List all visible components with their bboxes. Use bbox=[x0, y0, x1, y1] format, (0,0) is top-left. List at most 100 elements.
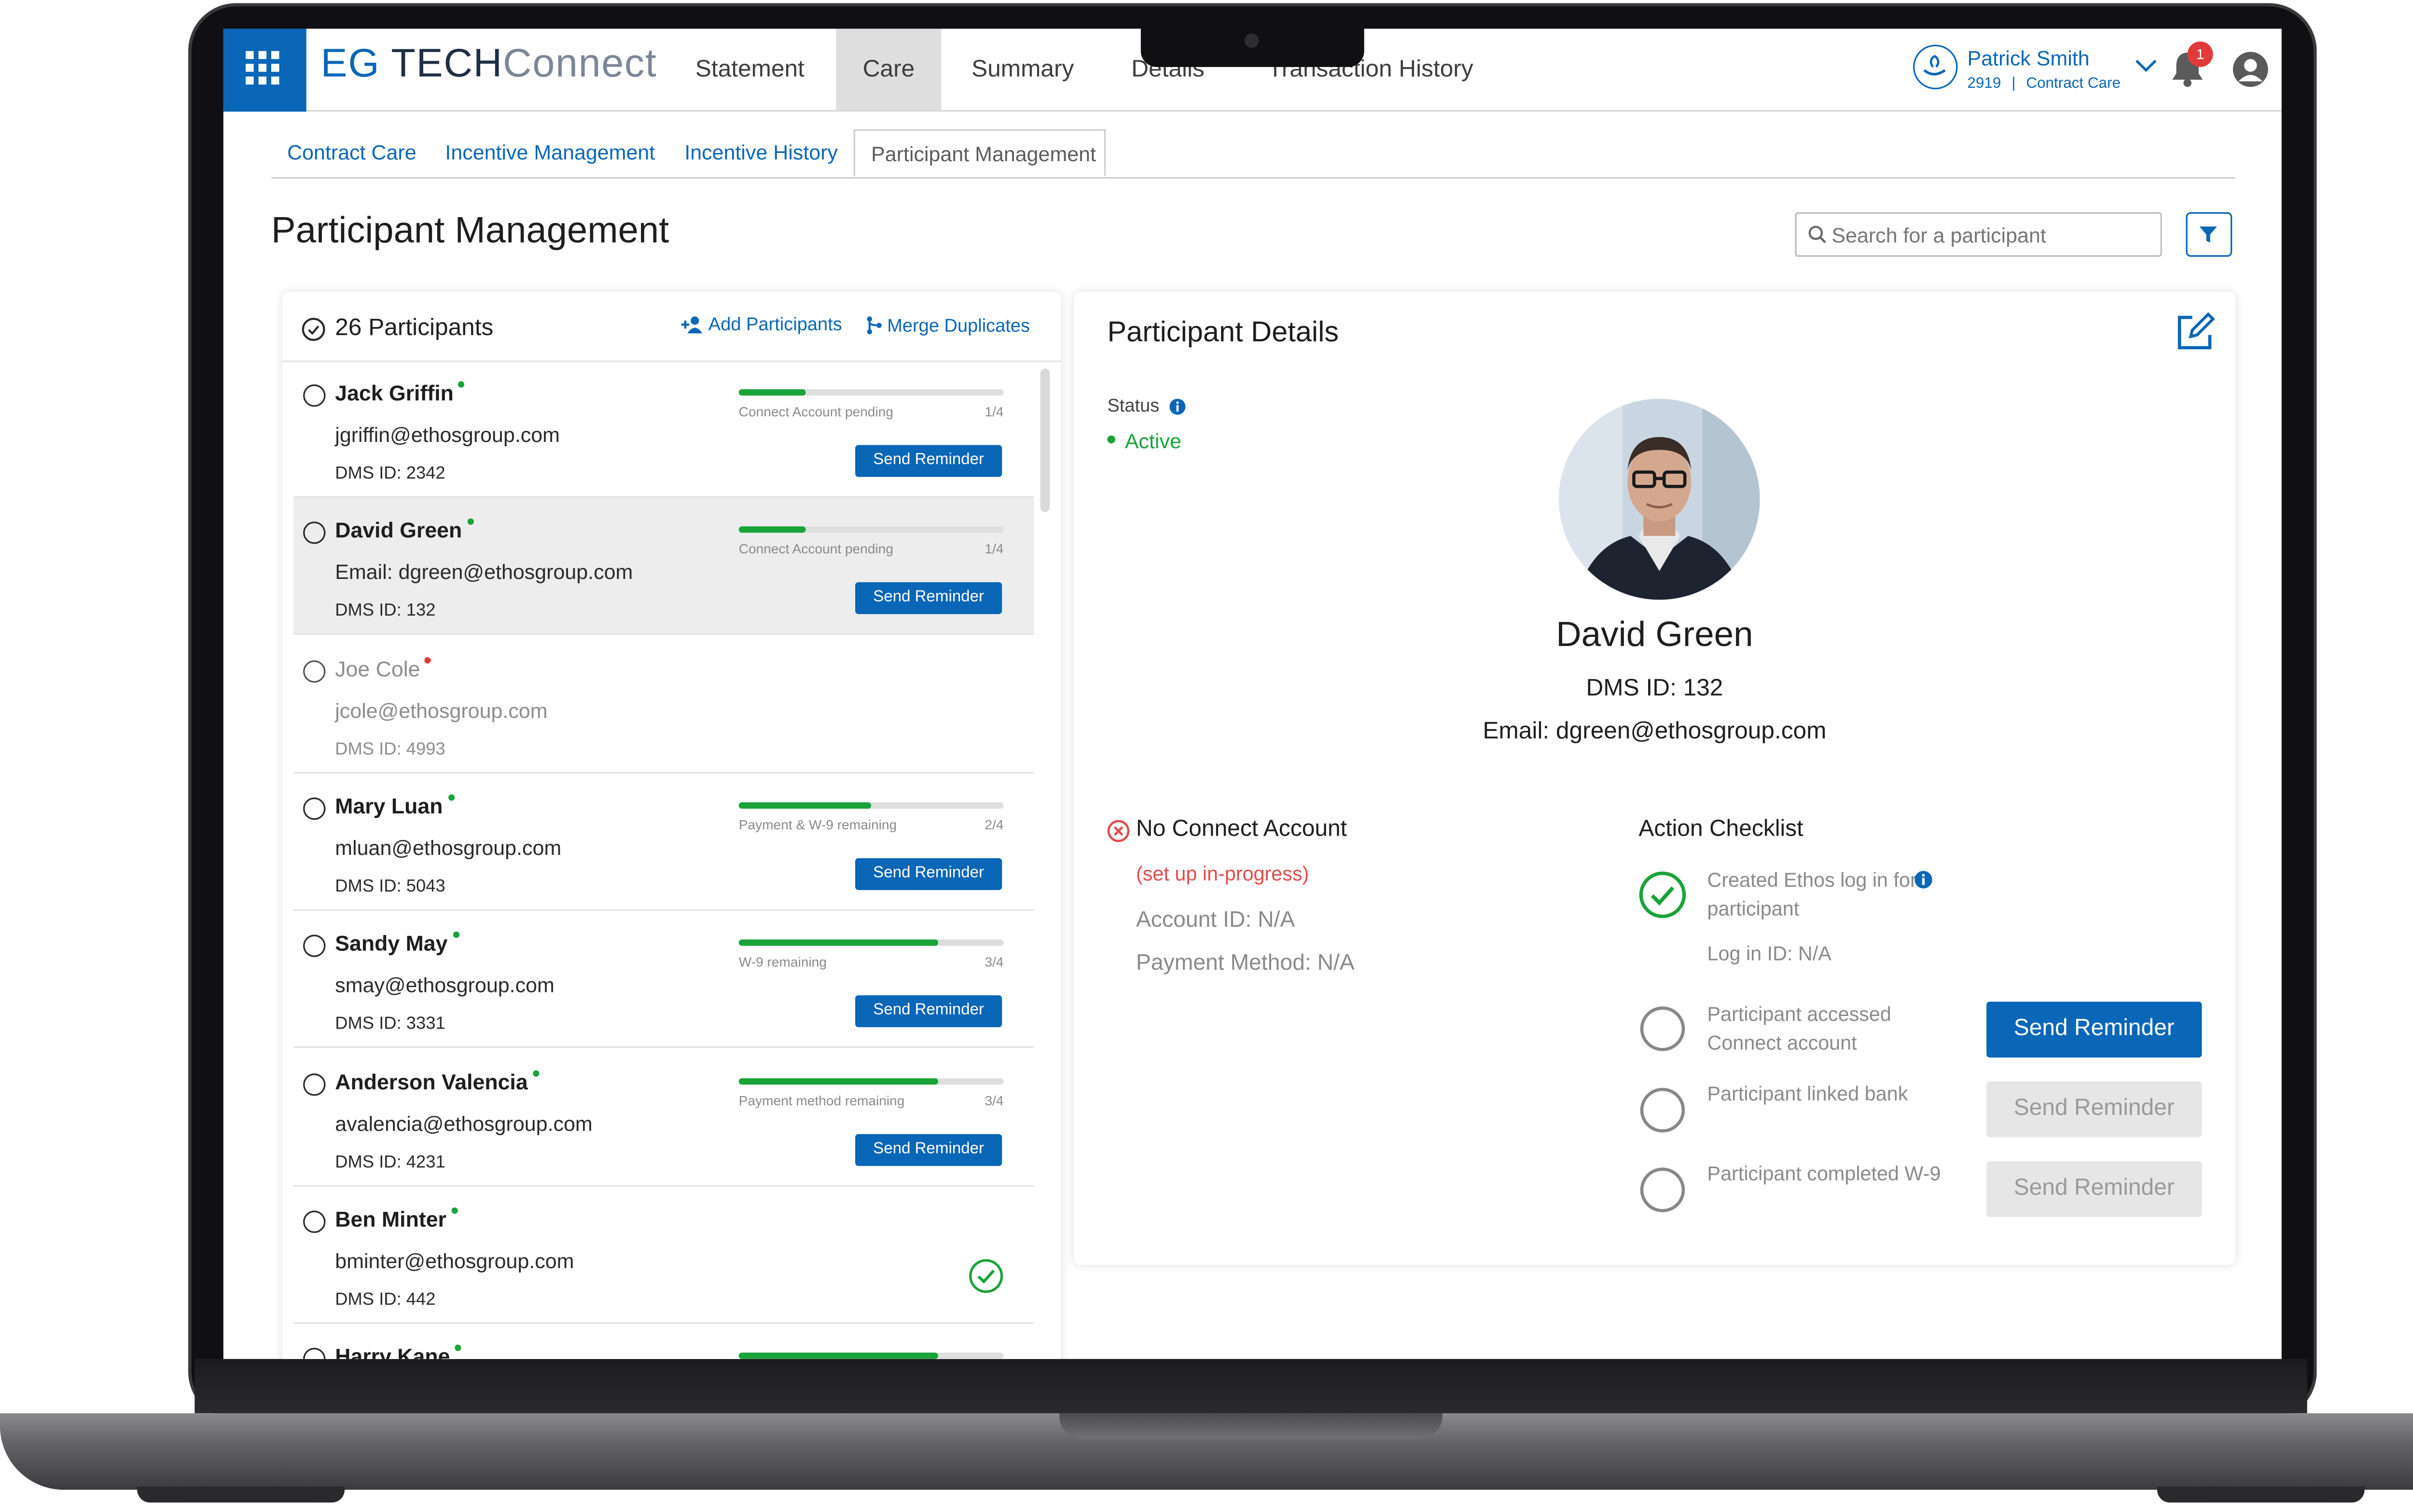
participant-email: Email: dgreen@ethosgroup.com bbox=[335, 560, 633, 585]
search-box[interactable] bbox=[1795, 212, 2162, 257]
merge-icon bbox=[867, 316, 882, 334]
list-item[interactable]: Harry KaneSend Reminder bbox=[293, 1324, 1034, 1359]
progress-status: W-9 remaining bbox=[738, 954, 827, 970]
merge-duplicates-label: Merge Duplicates bbox=[887, 317, 1030, 337]
subtab-contract-care[interactable]: Contract Care bbox=[287, 129, 416, 177]
account-icon[interactable] bbox=[2232, 51, 2269, 88]
participant-details-panel: Participant Details Status Active David … bbox=[1074, 292, 2235, 1265]
send-reminder-button[interactable]: Send Reminder bbox=[855, 445, 1002, 477]
details-title: Participant Details bbox=[1107, 316, 1339, 348]
laptop-hinge bbox=[194, 1359, 2307, 1414]
select-radio[interactable] bbox=[303, 1210, 326, 1233]
search-input[interactable] bbox=[1831, 214, 2151, 255]
checklist-incomplete-circle bbox=[1640, 1087, 1685, 1133]
subtab-incentive-management[interactable]: Incentive Management bbox=[445, 129, 655, 177]
check-circle-icon bbox=[1639, 871, 1686, 919]
select-radio[interactable] bbox=[303, 522, 326, 545]
send-reminder-button[interactable]: Send Reminder bbox=[855, 858, 1002, 890]
login-id: Log in ID: N/A bbox=[1707, 942, 1831, 965]
progress-bar-fill bbox=[738, 1352, 938, 1359]
user-logo-icon[interactable] bbox=[1913, 44, 1958, 90]
edit-icon[interactable] bbox=[2173, 311, 2216, 354]
nav-statement[interactable]: Statement bbox=[675, 29, 825, 110]
nav-summary[interactable]: Summary bbox=[951, 29, 1095, 110]
list-header: 26 Participants Add Participants Merge D… bbox=[282, 292, 1061, 362]
progress-bar bbox=[738, 527, 1004, 534]
progress-bar bbox=[738, 1352, 1004, 1359]
participant-name-text: Mary Luan bbox=[335, 794, 443, 818]
list-item[interactable]: Ben Minter bminter@ethosgroup.com DMS ID: … bbox=[293, 1186, 1034, 1324]
checklist-item-label: Participant accessed Connect account bbox=[1707, 1003, 1891, 1055]
select-radio[interactable] bbox=[303, 660, 326, 682]
status-dot bbox=[458, 381, 465, 388]
laptop-foot bbox=[137, 1486, 345, 1503]
check-circle-icon bbox=[969, 1259, 1003, 1293]
select-radio[interactable] bbox=[303, 935, 326, 958]
progress-step: 2/4 bbox=[985, 816, 1004, 833]
user-name[interactable]: Patrick Smith bbox=[1967, 46, 2089, 70]
info-icon[interactable] bbox=[1169, 399, 1186, 415]
list-item[interactable]: Sandy May smay@ethosgroup.com DMS ID: 3331… bbox=[293, 911, 1034, 1048]
laptop-foot bbox=[2157, 1486, 2365, 1503]
select-all-check-icon[interactable] bbox=[302, 317, 326, 342]
brand-logo[interactable]: EG TECHConnect bbox=[321, 41, 657, 88]
participant-name: David Green bbox=[1556, 614, 1753, 654]
info-icon[interactable] bbox=[1914, 871, 1932, 889]
search-icon bbox=[1808, 225, 1826, 244]
progress-bar-fill bbox=[738, 939, 938, 947]
send-reminder-button[interactable]: Send Reminder bbox=[855, 995, 1002, 1028]
merge-duplicates-button[interactable]: Merge Duplicates bbox=[866, 316, 1030, 337]
status-dot bbox=[455, 1345, 461, 1351]
subtab-participant-management[interactable]: Participant Management bbox=[853, 129, 1106, 177]
participant-count: 26 Participants bbox=[335, 314, 494, 342]
participant-name: Ben Minter bbox=[335, 1207, 458, 1231]
brand-tech: TECH bbox=[391, 41, 503, 86]
send-reminder-button-disabled[interactable]: Send Reminder bbox=[1986, 1161, 2202, 1217]
select-radio[interactable] bbox=[303, 384, 326, 407]
checklist-incomplete-circle bbox=[1640, 1006, 1685, 1051]
send-reminder-button[interactable]: Send Reminder bbox=[855, 582, 1002, 615]
progress-bar bbox=[738, 939, 1004, 947]
select-radio[interactable] bbox=[303, 797, 326, 820]
participant-name: Joe Cole bbox=[335, 656, 431, 681]
list-item[interactable]: Anderson Valencia avalencia@ethosgroup.co… bbox=[293, 1049, 1034, 1186]
send-reminder-button[interactable]: Send Reminder bbox=[855, 1133, 1002, 1166]
status-dot bbox=[451, 1207, 458, 1214]
list-item[interactable]: Joe Cole jcole@ethosgroup.com DMS ID: 4993 bbox=[293, 636, 1034, 773]
no-connect-account: No Connect Account bbox=[1136, 816, 1347, 842]
camera-icon bbox=[1244, 33, 1259, 48]
list-scrollbar[interactable] bbox=[1040, 368, 1050, 512]
send-reminder-button-disabled[interactable]: Send Reminder bbox=[1986, 1081, 2202, 1138]
participant-name-text: Joe Cole bbox=[335, 656, 420, 681]
filter-button[interactable] bbox=[2186, 212, 2233, 257]
status-dot bbox=[467, 519, 473, 525]
app-grid-icon[interactable] bbox=[223, 28, 306, 112]
list-item[interactable]: David Green Email: dgreen@ethosgroup.com D… bbox=[293, 498, 1034, 635]
status-dot bbox=[425, 656, 431, 663]
chevron-down-icon[interactable] bbox=[2135, 57, 2157, 73]
participant-dms-id: DMS ID: 4993 bbox=[335, 739, 445, 759]
user-meta: 2919 | Contract Care bbox=[1967, 75, 2120, 92]
participant-name-text: Jack Griffin bbox=[335, 381, 454, 405]
participant-dms-id: DMS ID: 4231 bbox=[335, 1152, 445, 1172]
participant-name: David Green bbox=[335, 519, 473, 543]
progress-step: 3/4 bbox=[985, 954, 1004, 970]
progress-status: Payment & W-9 remaining bbox=[738, 816, 897, 833]
checklist-item-label: Created Ethos log in for participant bbox=[1707, 869, 1917, 921]
subtab-incentive-history[interactable]: Incentive History bbox=[684, 129, 838, 177]
status-dot bbox=[532, 1069, 539, 1076]
participant-dms-id: DMS ID: 5043 bbox=[335, 877, 445, 896]
send-reminder-button[interactable]: Send Reminder bbox=[1986, 1002, 2202, 1058]
participant-name: Sandy May bbox=[335, 932, 459, 956]
checklist-incomplete-circle bbox=[1640, 1168, 1685, 1212]
list-item[interactable]: Jack Griffin jgriffin@ethosgroup.com DMS I… bbox=[293, 360, 1034, 498]
participant-photo bbox=[1559, 399, 1760, 600]
select-radio[interactable] bbox=[303, 1347, 326, 1359]
participant-name: Harry Kane bbox=[335, 1345, 461, 1359]
list-item[interactable]: Mary Luan mluan@ethosgroup.com DMS ID: 504… bbox=[293, 773, 1034, 911]
add-participants-label: Add Participants bbox=[708, 316, 842, 335]
add-participants-button[interactable]: Add Participants bbox=[681, 316, 842, 335]
select-radio[interactable] bbox=[303, 1072, 326, 1095]
filter-icon bbox=[2199, 226, 2217, 243]
nav-care[interactable]: Care bbox=[836, 28, 942, 110]
